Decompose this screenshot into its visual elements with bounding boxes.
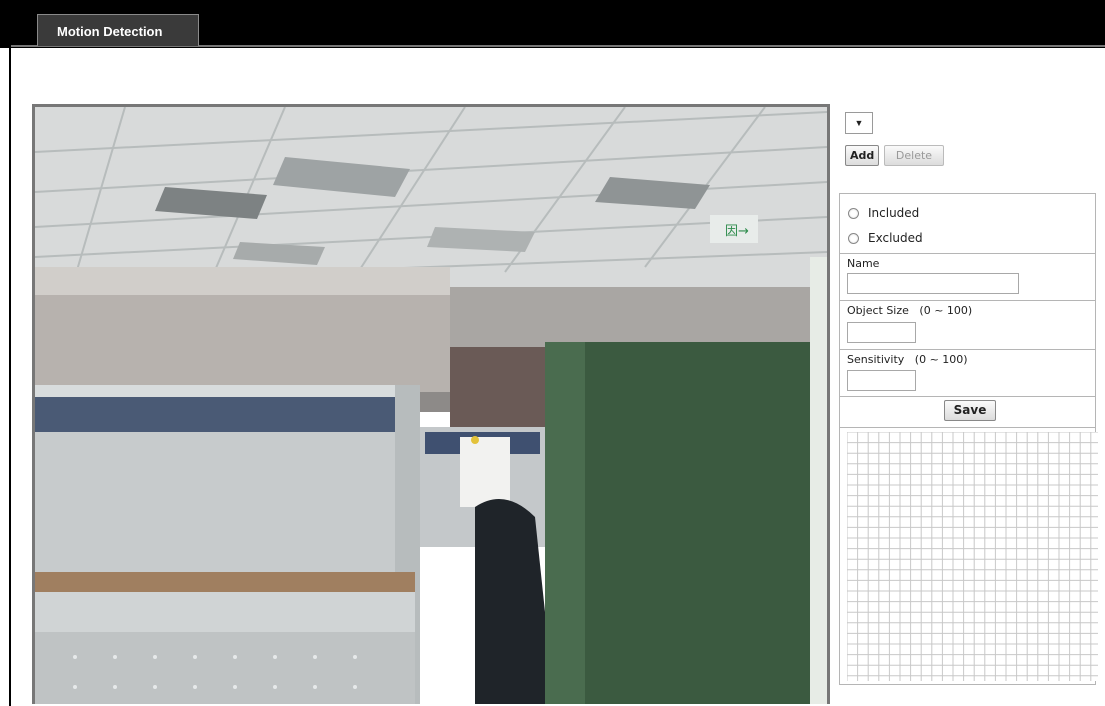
camera-feed[interactable]: 因→ (32, 104, 830, 704)
save-section (840, 396, 1095, 428)
sensitivity-label-text: Sensitivity (847, 353, 905, 366)
svg-text:因→: 因→ (725, 224, 749, 239)
sensitivity-input[interactable] (847, 370, 916, 391)
name-label: Name (847, 257, 880, 270)
object-size-range: (0 ~ 100) (919, 304, 973, 317)
add-button[interactable]: Add (845, 145, 879, 166)
region-settings-panel: Included Excluded Name Object Size (0 ~ … (839, 193, 1098, 685)
name-section: Name (840, 253, 1095, 301)
object-size-section: Object Size (0 ~ 100) (840, 300, 1095, 350)
detection-grid[interactable] (847, 432, 1098, 681)
included-label: Included (868, 206, 920, 220)
delete-button[interactable]: Delete (884, 145, 944, 166)
object-size-label-text: Object Size (847, 304, 909, 317)
detection-grid-lines (847, 432, 1098, 681)
name-input[interactable] (847, 273, 1019, 294)
chevron-down-icon: ▼ (854, 118, 864, 128)
tab-label: Motion Detection (57, 24, 163, 39)
sensitivity-section: Sensitivity (0 ~ 100) (840, 349, 1095, 397)
object-size-input[interactable] (847, 322, 916, 343)
included-radio[interactable]: Included (848, 206, 919, 220)
camera-feed-image: 因→ (35, 107, 827, 704)
excluded-label: Excluded (868, 231, 923, 245)
tab-motion-detection[interactable]: Motion Detection (37, 14, 199, 46)
object-size-label: Object Size (0 ~ 100) (847, 304, 972, 317)
sensitivity-range: (0 ~ 100) (914, 353, 968, 366)
radio-button-icon (848, 207, 859, 219)
page-frame-left (9, 44, 11, 706)
region-select[interactable]: ▼ (845, 112, 873, 134)
excluded-radio[interactable]: Excluded (848, 231, 923, 245)
sensitivity-label: Sensitivity (0 ~ 100) (847, 353, 968, 366)
radio-button-icon (848, 232, 859, 244)
mode-section: Included Excluded (840, 194, 1095, 254)
